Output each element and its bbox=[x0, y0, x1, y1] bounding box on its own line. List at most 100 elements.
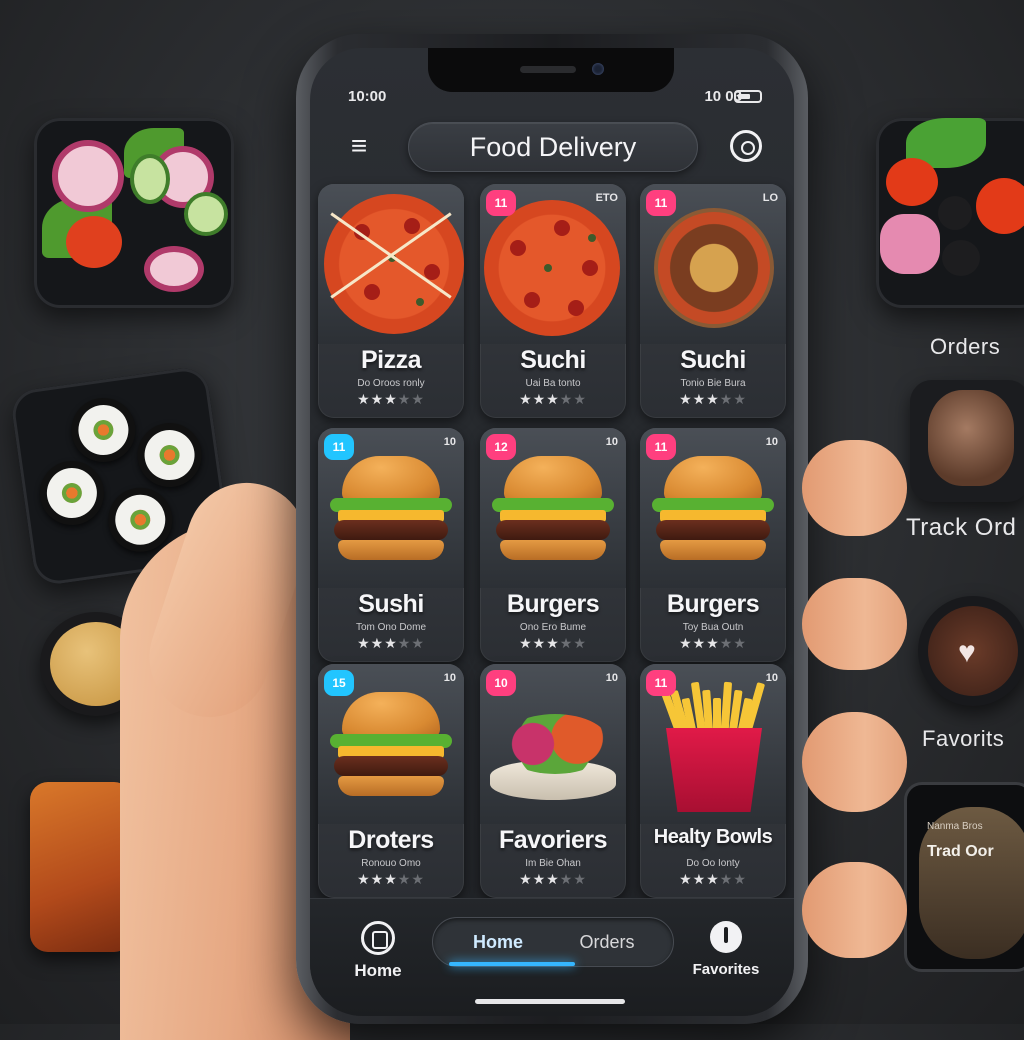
food-card-title: Sushi bbox=[358, 590, 424, 618]
star-icon: ★ bbox=[719, 871, 734, 887]
star-icon: ★ bbox=[559, 391, 574, 407]
track-order-side-label: Track Ord bbox=[906, 514, 1017, 541]
star-icon: ★ bbox=[546, 871, 560, 887]
star-icon: ★ bbox=[384, 635, 398, 651]
star-icon: ★ bbox=[357, 391, 371, 407]
star-rating: ★★★★★ bbox=[640, 391, 786, 408]
star-icon: ★ bbox=[397, 871, 412, 887]
nav-favorites[interactable]: Favorites bbox=[676, 921, 776, 978]
food-card[interactable]: 11 LO Suchi Tonio Bie Bura ★★★★★ bbox=[640, 184, 786, 418]
segment-home[interactable]: Home bbox=[441, 924, 575, 966]
count-badge: 11 bbox=[324, 434, 354, 460]
food-card[interactable]: 11 10 Healty Bowls Do Oo Ionty ★★★★★ bbox=[640, 664, 786, 898]
star-icon: ★ bbox=[411, 871, 425, 887]
home-indicator[interactable] bbox=[475, 999, 625, 1004]
card-meta: 10 bbox=[605, 436, 618, 448]
food-card-title: Suchi bbox=[680, 346, 746, 374]
star-rating: ★★★★★ bbox=[640, 635, 786, 652]
card-meta: 10 bbox=[443, 672, 456, 684]
favorites-icon bbox=[710, 921, 742, 953]
count-badge: 12 bbox=[486, 434, 516, 460]
star-icon: ★ bbox=[357, 635, 371, 651]
notch bbox=[428, 48, 674, 92]
top-bar: ≡ Food Delivery bbox=[310, 118, 794, 178]
hamburger-menu-icon[interactable]: ≡ bbox=[342, 132, 376, 160]
food-card-subtitle: Toy Bua Outn bbox=[682, 622, 744, 633]
food-card[interactable]: 15 10 Droters Ronouo Omo ★★★★★ bbox=[318, 664, 464, 898]
star-icon: ★ bbox=[384, 391, 398, 407]
food-card-subtitle: Im Bie Ohan bbox=[525, 858, 581, 869]
food-card[interactable]: 11 10 Burgers Toy Bua Outn ★★★★★ bbox=[640, 428, 786, 662]
star-icon: ★ bbox=[384, 871, 398, 887]
bottom-nav: Home Home Orders Favorites bbox=[310, 898, 794, 1016]
food-card-subtitle: Uai Ba tonto bbox=[525, 378, 581, 389]
segment-orders[interactable]: Orders bbox=[557, 924, 657, 960]
orders-side-label: Orders bbox=[930, 334, 1001, 359]
star-icon: ★ bbox=[733, 871, 747, 887]
battery-icon bbox=[734, 90, 762, 103]
star-icon: ★ bbox=[559, 635, 574, 651]
food-card-image bbox=[318, 184, 464, 344]
app-title: Food Delivery bbox=[408, 122, 698, 172]
star-icon: ★ bbox=[719, 391, 734, 407]
star-icon: ★ bbox=[546, 391, 560, 407]
card-meta: 10 bbox=[765, 436, 778, 448]
salad-bowl-photo bbox=[34, 118, 234, 308]
star-icon: ★ bbox=[559, 871, 574, 887]
food-card-title: Burgers bbox=[506, 590, 600, 618]
card-meta: ETO bbox=[595, 192, 618, 204]
star-icon: ★ bbox=[411, 391, 425, 407]
star-icon: ★ bbox=[706, 635, 720, 651]
food-card-subtitle: Tom Ono Dome bbox=[355, 622, 427, 633]
latte-cup-photo: ♥ bbox=[918, 596, 1024, 706]
home-icon bbox=[361, 921, 395, 955]
star-icon: ★ bbox=[519, 635, 533, 651]
phone-screen: 10:00 10 03 ≡ Food Delivery Pizza Do Oroo… bbox=[310, 48, 794, 1016]
mini-phone-subtitle: Nanma Bros bbox=[927, 821, 983, 832]
star-icon: ★ bbox=[679, 391, 693, 407]
side-dish-photo bbox=[30, 782, 132, 952]
nav-favorites-label: Favorites bbox=[692, 961, 760, 978]
nav-home[interactable]: Home bbox=[332, 921, 424, 981]
food-card[interactable]: Pizza Do Oroos ronly ★★★★★ bbox=[318, 184, 464, 418]
mini-phone: Nanma Bros Trad Oor bbox=[904, 782, 1024, 972]
star-icon: ★ bbox=[397, 391, 412, 407]
star-icon: ★ bbox=[411, 635, 425, 651]
count-badge: 10 bbox=[486, 670, 516, 696]
star-rating: ★★★★★ bbox=[318, 871, 464, 888]
star-icon: ★ bbox=[357, 871, 371, 887]
finger bbox=[802, 578, 907, 670]
count-badge: 11 bbox=[646, 434, 676, 460]
star-icon: ★ bbox=[679, 871, 693, 887]
food-card[interactable]: 12 10 Burgers Ono Ero Bume ★★★★★ bbox=[480, 428, 626, 662]
food-card-title: Suchi bbox=[520, 346, 586, 374]
coffee-tile-photo bbox=[910, 380, 1024, 502]
star-icon: ★ bbox=[370, 871, 385, 887]
food-category-grid: Pizza Do Oroos ronly ★★★★★ 11 ETO Suchi Uai Ba… bbox=[318, 184, 788, 906]
food-card[interactable]: 10 10 Favoriers Im Bie Ohan ★★★★★ bbox=[480, 664, 626, 898]
finger bbox=[802, 862, 907, 958]
star-icon: ★ bbox=[532, 391, 547, 407]
star-rating: ★★★★★ bbox=[318, 391, 464, 408]
star-icon: ★ bbox=[573, 871, 587, 887]
food-card-subtitle: Ronouo Omo bbox=[361, 858, 421, 869]
star-icon: ★ bbox=[573, 391, 587, 407]
heart-icon: ♥ bbox=[958, 636, 976, 669]
card-meta: LO bbox=[762, 192, 778, 204]
star-icon: ★ bbox=[370, 635, 385, 651]
food-card-title: Pizza bbox=[360, 346, 422, 374]
count-badge: 15 bbox=[324, 670, 354, 696]
star-icon: ★ bbox=[532, 871, 547, 887]
home-orders-segment: Home Orders bbox=[432, 917, 674, 967]
food-card[interactable]: 11 10 Sushi Tom Ono Dome ★★★★★ bbox=[318, 428, 464, 662]
card-meta: 10 bbox=[443, 436, 456, 448]
search-icon[interactable] bbox=[730, 130, 762, 162]
finger bbox=[802, 440, 907, 536]
card-meta: 10 bbox=[765, 672, 778, 684]
food-card-subtitle: Tonio Bie Bura bbox=[680, 378, 746, 389]
star-icon: ★ bbox=[519, 391, 533, 407]
food-card-title: Droters bbox=[348, 826, 434, 854]
star-rating: ★★★★★ bbox=[480, 391, 626, 408]
count-badge: 11 bbox=[646, 190, 676, 216]
food-card[interactable]: 11 ETO Suchi Uai Ba tonto ★★★★★ bbox=[480, 184, 626, 418]
